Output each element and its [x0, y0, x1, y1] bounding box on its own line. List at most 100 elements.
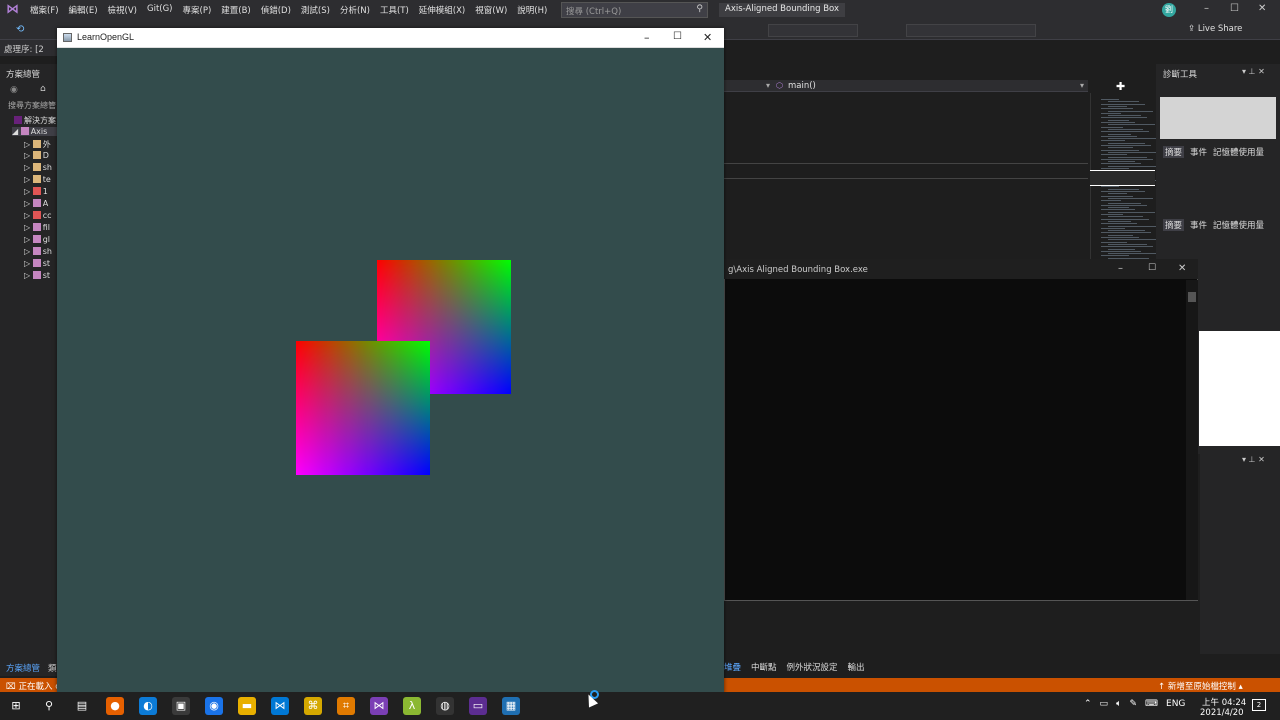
menu-item[interactable]: 檔案(F)	[30, 4, 59, 16]
maximize-icon[interactable]: ☐	[1230, 3, 1239, 14]
minimap-viewport[interactable]	[1090, 170, 1155, 186]
tab-call-stack[interactable]: 堆疊	[724, 661, 741, 673]
avatar[interactable]: 劉	[1162, 3, 1176, 17]
tree-item[interactable]: ▷ 1	[24, 187, 48, 196]
console-window[interactable]	[724, 259, 1198, 601]
menu-item[interactable]: 檢視(V)	[108, 4, 137, 16]
solution-explorer-tab[interactable]: 方案總管	[6, 662, 40, 674]
file-explorer-icon[interactable]: ▬	[238, 697, 256, 715]
live-share-button[interactable]: ⇪ Live Share	[1188, 24, 1242, 34]
chevron-up-icon[interactable]: ⌃	[1084, 699, 1092, 709]
menu-item[interactable]: 建置(B)	[221, 4, 250, 16]
class-view-tab[interactable]: 類	[48, 662, 57, 674]
tree-item[interactable]: ▷ sh	[24, 163, 52, 172]
menu-item[interactable]: 視窗(W)	[475, 4, 507, 16]
pen-icon[interactable]: ✎	[1129, 699, 1137, 709]
menu-item[interactable]: 測試(S)	[301, 4, 330, 16]
app-green-icon[interactable]: λ	[403, 697, 421, 715]
close-icon[interactable]: ✕	[1178, 263, 1186, 274]
tree-item[interactable]: ▷ cc	[24, 211, 52, 220]
console-scrollbar[interactable]	[1186, 280, 1198, 600]
volume-icon[interactable]: 🔈︎	[1116, 699, 1121, 709]
back-icon[interactable]: ⟲	[16, 24, 24, 35]
obs-icon[interactable]: ◍	[436, 697, 454, 715]
minimize-icon[interactable]: –	[1118, 263, 1123, 274]
tree-item[interactable]: ▷ te	[24, 175, 51, 184]
chevron-down-icon[interactable]: ▾	[1080, 81, 1084, 90]
tab-summary[interactable]: 摘要	[1163, 219, 1185, 231]
solution-search-input[interactable]: 搜尋方案總管	[8, 100, 56, 111]
tab-events[interactable]: 事件	[1190, 219, 1207, 231]
minimap-line	[1108, 207, 1129, 209]
config-combo[interactable]	[768, 24, 858, 37]
tree-item[interactable]: ▷ fil	[24, 223, 50, 232]
opengl-titlebar[interactable]	[57, 28, 724, 48]
menu-item[interactable]: 延伸模組(X)	[419, 4, 465, 16]
tab-breakpoints[interactable]: 中斷點	[751, 661, 777, 673]
tree-item[interactable]: ▷ st	[24, 271, 50, 280]
maximize-icon[interactable]: ☐	[1148, 263, 1156, 273]
console-scroll-thumb[interactable]	[1188, 292, 1196, 302]
tree-item[interactable]: ▷ A	[24, 199, 48, 208]
tab-events[interactable]: 事件	[1190, 146, 1207, 158]
minimap-line	[1108, 253, 1161, 255]
pin-icon[interactable]: ▾ ⊥ ✕	[1242, 67, 1265, 76]
home-icon[interactable]: ⌂	[40, 84, 46, 94]
close-icon[interactable]: ✕	[1258, 3, 1266, 14]
tree-item[interactable]: ▷ sh	[24, 247, 52, 256]
tree-item[interactable]: ▷ 外	[24, 139, 51, 150]
back-icon[interactable]: ◉	[10, 85, 18, 95]
app-purple-icon[interactable]: ▭	[469, 697, 487, 715]
minimize-icon[interactable]: –	[644, 31, 650, 44]
tab-memory[interactable]: 記憶體使用量	[1213, 146, 1264, 158]
close-icon[interactable]: ✕	[703, 31, 712, 44]
source-control-button[interactable]: ↑ 新增至原始檔控制 ▴	[1158, 680, 1243, 692]
chrome-icon[interactable]: ◉	[205, 697, 223, 715]
tree-item[interactable]: ▷ gl	[24, 235, 50, 244]
search-icon[interactable]: ⚲	[40, 697, 58, 715]
tree-project[interactable]: ◢ Axis	[12, 127, 58, 136]
function-combo[interactable]: main()	[788, 81, 816, 91]
process-value[interactable]: [2	[35, 45, 44, 55]
menu-item[interactable]: 工具(T)	[380, 4, 409, 16]
tree-item[interactable]: ▷ st	[24, 259, 50, 268]
tree-solution[interactable]: 解決方案	[14, 115, 56, 126]
tab-output[interactable]: 輸出	[848, 661, 865, 673]
maximize-icon[interactable]: ☐	[673, 31, 682, 42]
menu-item[interactable]: 編輯(E)	[69, 4, 98, 16]
app-orange-icon[interactable]: ⌗	[337, 697, 355, 715]
network-icon[interactable]: ▭	[1100, 699, 1109, 709]
tree-item[interactable]: ▷ D	[24, 151, 49, 160]
menu-item[interactable]: 分析(N)	[340, 4, 370, 16]
firefox-icon[interactable]: ●	[106, 697, 124, 715]
menu-item[interactable]: 專案(P)	[183, 4, 212, 16]
target-combo[interactable]	[906, 24, 1036, 37]
pin-icon[interactable]: ▾ ⊥ ✕	[1242, 455, 1265, 464]
notification-icon[interactable]: 2	[1252, 699, 1266, 711]
windows-start-icon[interactable]: ⊞	[7, 697, 25, 715]
tab-memory[interactable]: 記憶體使用量	[1213, 219, 1264, 231]
keyboard-icon[interactable]: ⌨	[1145, 699, 1158, 709]
task-view-icon[interactable]: ▤	[73, 697, 91, 715]
vscode-icon[interactable]: ⋈	[271, 697, 289, 715]
add-icon[interactable]: ✚	[1116, 80, 1130, 93]
tab-summary[interactable]: 摘要	[1163, 146, 1185, 158]
minimap-line	[1101, 149, 1139, 151]
edge-icon[interactable]: ◐	[139, 697, 157, 715]
opengl-window[interactable]	[57, 28, 724, 694]
store-icon[interactable]: ▣	[172, 697, 190, 715]
chevron-down-icon[interactable]: ▾	[766, 81, 770, 90]
visual-studio-icon[interactable]: ⋈	[370, 697, 388, 715]
learnopengl-icon[interactable]: ▦	[502, 697, 520, 715]
menu-item[interactable]: Git(G)	[147, 4, 173, 16]
clock-date[interactable]: 2021/4/20	[1200, 708, 1244, 718]
clock-time[interactable]: 上午 04:24	[1202, 696, 1246, 708]
language-indicator[interactable]: ENG	[1166, 699, 1185, 709]
menu-item[interactable]: 說明(H)	[517, 4, 547, 16]
app-yellow-icon[interactable]: ⌘	[304, 697, 322, 715]
minimize-icon[interactable]: –	[1204, 3, 1209, 14]
tab-exception-settings[interactable]: 例外狀況設定	[787, 661, 838, 673]
search-input[interactable]: 搜尋 (Ctrl+Q) ⚲	[561, 2, 708, 18]
menu-item[interactable]: 偵錯(D)	[261, 4, 291, 16]
visual-studio-logo-icon[interactable]: ⋈	[6, 3, 22, 17]
